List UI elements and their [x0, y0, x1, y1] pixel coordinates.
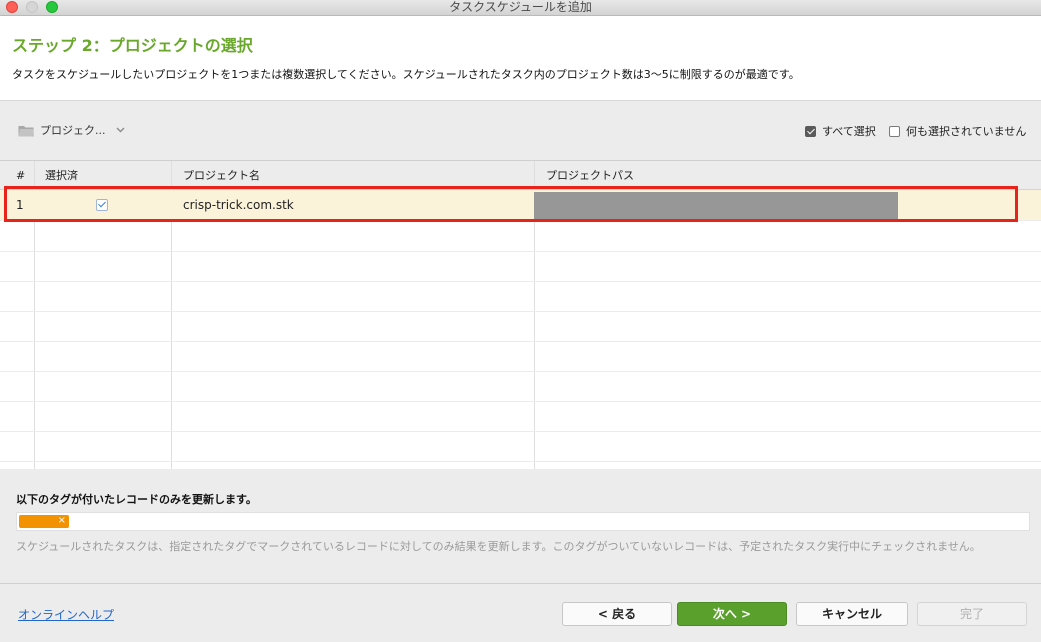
column-header-project-path[interactable]: プロジェクトパス [546, 161, 634, 189]
chevron-down-icon [116, 127, 124, 133]
step-title: ステップ 2：プロジェクトの選択 [12, 36, 253, 55]
empty-row [0, 311, 1041, 342]
checkbox-unchecked-icon [889, 125, 900, 137]
column-header-selected[interactable]: 選択済 [45, 161, 78, 189]
remove-tag-icon[interactable]: × [58, 514, 66, 528]
column-header-number[interactable]: # [16, 161, 25, 189]
online-help-link[interactable]: オンラインヘルプ [18, 606, 114, 623]
empty-row [0, 401, 1041, 432]
select-all-checkbox[interactable]: すべて選択 [805, 123, 876, 139]
dialog-footer: オンラインヘルプ < 戻る 次へ > キャンセル 完了 [0, 583, 1041, 642]
project-name-cell: crisp-trick.com.stk [183, 198, 294, 212]
folder-icon [18, 125, 34, 136]
projects-table: # 選択済 プロジェクト名 プロジェクトパス 1 crisp-trick.com… [0, 160, 1041, 469]
row-select-checkbox[interactable] [96, 199, 108, 211]
column-header-project-name[interactable]: プロジェクト名 [183, 161, 260, 189]
empty-row [0, 251, 1041, 282]
tag-chip[interactable]: × [19, 515, 69, 528]
tags-section: 以下のタグが付いたレコードのみを更新します。 × スケジュールされたタスクは、指… [0, 469, 1041, 581]
checkbox-checked-icon [805, 125, 816, 137]
empty-row [0, 281, 1041, 312]
back-button[interactable]: < 戻る [562, 602, 672, 626]
project-filter-dropdown[interactable]: プロジェク... [18, 121, 125, 139]
table-row[interactable]: 1 crisp-trick.com.stk [0, 190, 1041, 221]
next-button[interactable]: 次へ > [677, 602, 787, 626]
cancel-button[interactable]: キャンセル [796, 602, 908, 626]
tags-title: 以下のタグが付いたレコードのみを更新します。 [16, 493, 257, 506]
empty-row [0, 431, 1041, 462]
step-header: ステップ 2：プロジェクトの選択 タスクをスケジュールしたいプロジェクトを1つま… [0, 16, 1041, 101]
project-path-redacted [534, 192, 898, 219]
select-none-checkbox[interactable]: 何も選択されていません [889, 123, 1026, 139]
table-header: # 選択済 プロジェクト名 プロジェクトパス [0, 161, 1041, 190]
row-number: 1 [16, 198, 24, 212]
tags-note: スケジュールされたタスクは、指定されたタグでマークされているレコードに対してのみ… [16, 540, 981, 553]
select-all-label: すべて選択 [822, 125, 876, 138]
window-titlebar: タスクスケジュールを追加 [0, 0, 1041, 16]
window-title: タスクスケジュールを追加 [449, 0, 592, 14]
tag-input[interactable]: × [16, 512, 1030, 531]
empty-row [0, 371, 1041, 402]
select-none-label: 何も選択されていません [906, 125, 1027, 138]
project-toolbar: プロジェク... すべて選択 何も選択されていません [0, 101, 1041, 159]
finish-button[interactable]: 完了 [917, 602, 1027, 626]
project-filter-label: プロジェク... [40, 124, 106, 137]
empty-row [0, 221, 1041, 252]
step-description: タスクをスケジュールしたいプロジェクトを1つまたは複数選択してください。スケジュ… [12, 68, 800, 81]
checkmark-icon [96, 199, 108, 211]
empty-row [0, 341, 1041, 372]
